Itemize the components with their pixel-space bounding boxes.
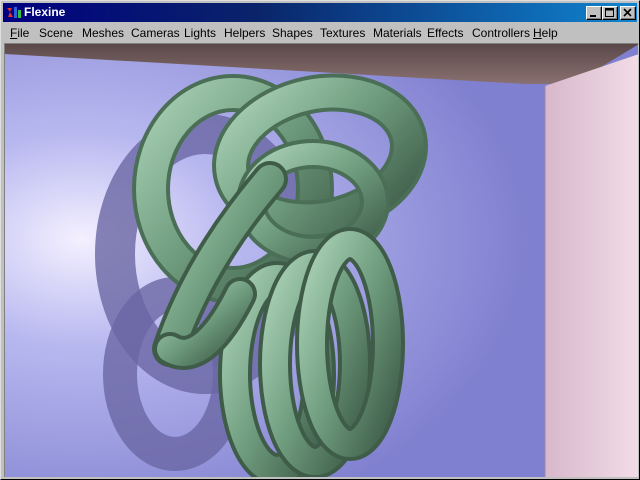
menu-help-accel: H	[533, 26, 542, 40]
close-button[interactable]	[620, 6, 636, 20]
menu-lights[interactable]: Lights	[184, 25, 216, 41]
title-bar[interactable]: Flexine	[3, 3, 637, 22]
window-title: Flexine	[24, 5, 66, 19]
maximize-button[interactable]	[602, 6, 618, 20]
menu-helpers[interactable]: Helpers	[224, 25, 265, 41]
maximize-icon	[605, 8, 614, 17]
menu-meshes[interactable]: Meshes	[82, 25, 124, 41]
right-wall	[545, 54, 638, 477]
close-icon	[623, 8, 632, 17]
minimize-icon	[590, 15, 596, 17]
menu-controllers[interactable]: Controllers	[472, 25, 530, 41]
menu-cameras[interactable]: Cameras	[131, 25, 180, 41]
menu-effects[interactable]: Effects	[427, 25, 463, 41]
menu-scene[interactable]: Scene	[39, 25, 73, 41]
menu-file[interactable]: File	[10, 25, 29, 41]
menu-help[interactable]: Help	[533, 25, 558, 41]
menu-textures[interactable]: Textures	[320, 25, 365, 41]
menu-file-label: ile	[17, 26, 30, 40]
app-window: Flexine File Scene Meshes Cameras Lights…	[0, 0, 640, 480]
3d-viewport[interactable]	[4, 43, 638, 477]
render-scene	[5, 44, 638, 477]
menu-help-label: elp	[541, 26, 558, 40]
app-icon[interactable]	[6, 5, 22, 20]
menu-materials[interactable]: Materials	[373, 25, 422, 41]
menu-bar: File Scene Meshes Cameras Lights Helpers…	[3, 23, 637, 42]
menu-shapes[interactable]: Shapes	[272, 25, 313, 41]
minimize-button[interactable]	[586, 6, 602, 20]
